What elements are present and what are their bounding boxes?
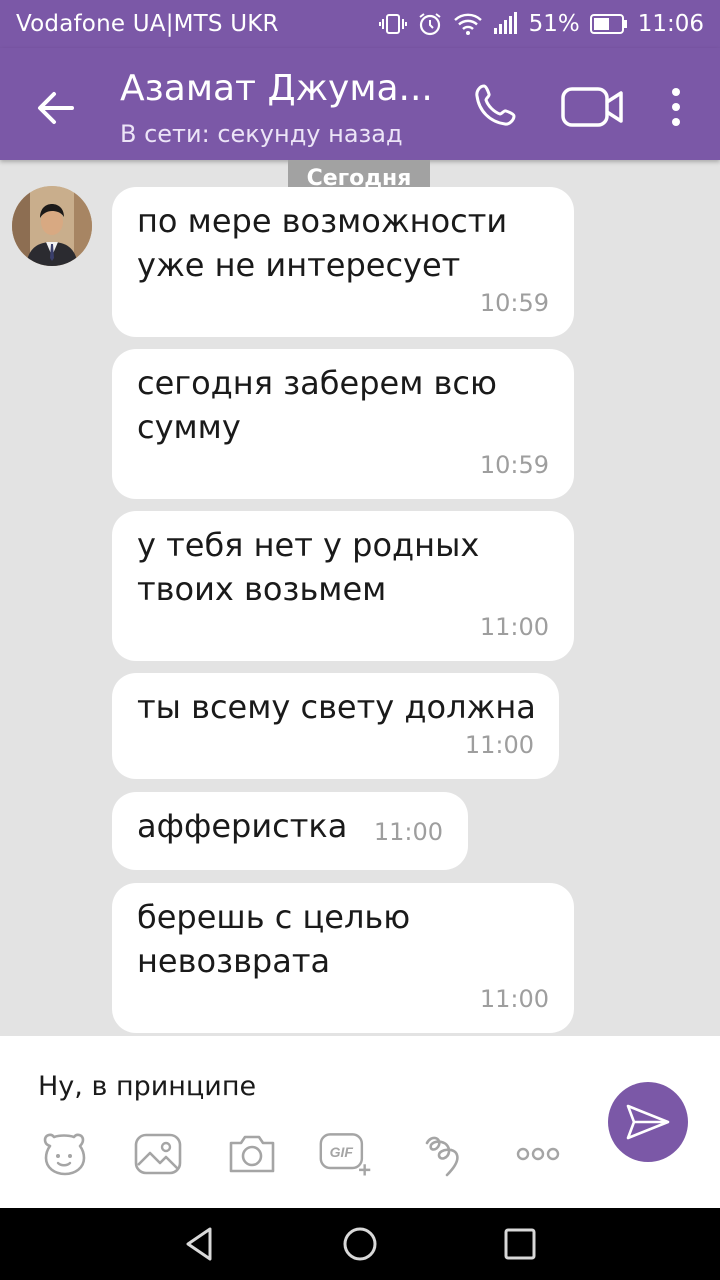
sticker-button[interactable] xyxy=(36,1128,92,1180)
message-text: афферистка xyxy=(137,807,348,845)
message-bubble[interactable]: берешь с целью невозврата 11:00 xyxy=(112,883,574,1033)
camera-button[interactable] xyxy=(224,1128,280,1180)
message-text: сегодня заберем всю сумму xyxy=(137,364,497,446)
vibrate-icon xyxy=(378,10,407,38)
gif-button[interactable]: GIF xyxy=(318,1128,374,1180)
message-time: 11:00 xyxy=(464,731,534,759)
send-button[interactable] xyxy=(608,1082,688,1162)
chat-header: Азамат Джума... В сети: секунду назад xyxy=(0,48,720,160)
contact-status: В сети: секунду назад xyxy=(120,120,403,148)
message-text: ты всему свету должна xyxy=(137,688,536,726)
square-recents-icon xyxy=(504,1228,536,1260)
battery-icon xyxy=(589,14,628,34)
message-text: у тебя нет у родных твоих возьмем xyxy=(137,526,480,608)
message-time: 11:00 xyxy=(479,613,549,641)
chat-area[interactable]: Сегодня по мере возможности уже не интер… xyxy=(0,160,720,1036)
message-bubble[interactable]: у тебя нет у родных твоих возьмем 11:00 xyxy=(112,511,574,661)
back-button[interactable] xyxy=(32,84,80,132)
avatar-photo xyxy=(12,186,92,266)
phone-icon xyxy=(475,84,516,126)
message-bubble[interactable]: афферистка 11:00 xyxy=(112,792,468,870)
message-time: 11:00 xyxy=(479,985,549,1013)
sticker-bear-icon xyxy=(43,1133,86,1176)
camera-icon xyxy=(229,1135,275,1173)
contact-avatar[interactable] xyxy=(12,186,92,266)
clock: 11:06 xyxy=(637,11,704,37)
gallery-button[interactable] xyxy=(130,1128,186,1180)
more-tools-button[interactable] xyxy=(510,1128,566,1180)
video-call-button[interactable] xyxy=(560,84,626,130)
status-icons: 51% 11:06 xyxy=(378,10,704,38)
alarm-icon xyxy=(417,11,443,37)
back-arrow-icon xyxy=(38,92,74,124)
doodle-icon xyxy=(425,1136,459,1177)
gallery-icon xyxy=(134,1133,182,1175)
vertical-dots-icon xyxy=(672,88,680,126)
message-text: по мере возможности уже не интересует xyxy=(137,202,508,284)
contact-name[interactable]: Азамат Джума... xyxy=(120,68,433,109)
message-bubble[interactable]: сегодня заберем всю сумму 10:59 xyxy=(112,349,574,499)
triangle-back-icon xyxy=(186,1227,212,1261)
gif-icon: GIF xyxy=(319,1133,371,1176)
more-options-button[interactable] xyxy=(664,82,688,134)
doodle-button[interactable] xyxy=(416,1128,472,1180)
send-icon xyxy=(626,1104,670,1140)
video-camera-icon xyxy=(561,87,623,127)
message-time: 11:00 xyxy=(373,818,443,846)
message-bubble[interactable]: ты всему свету должна 11:00 xyxy=(112,673,559,779)
status-bar: Vodafone UA|MTS UKR 51% 11:06 xyxy=(0,0,720,48)
nav-back-button[interactable] xyxy=(180,1224,220,1264)
nav-recents-button[interactable] xyxy=(500,1224,540,1264)
system-nav-bar xyxy=(0,1208,720,1280)
message-input[interactable] xyxy=(38,1064,578,1108)
message-composer: GIF xyxy=(0,1036,720,1208)
signal-icon xyxy=(493,12,519,36)
wifi-icon xyxy=(453,11,483,37)
svg-text:GIF: GIF xyxy=(330,1144,354,1160)
message-text: берешь с целью невозврата xyxy=(137,898,411,980)
carrier-label: Vodafone UA|MTS UKR xyxy=(16,11,279,37)
message-time: 10:59 xyxy=(479,289,549,317)
message-time: 10:59 xyxy=(479,451,549,479)
horizontal-dots-icon xyxy=(516,1147,560,1161)
circle-home-icon xyxy=(343,1227,377,1261)
voice-call-button[interactable] xyxy=(470,80,522,132)
nav-home-button[interactable] xyxy=(340,1224,380,1264)
message-bubble[interactable]: по мере возможности уже не интересует 10… xyxy=(112,187,574,337)
battery-percent: 51% xyxy=(528,11,580,37)
